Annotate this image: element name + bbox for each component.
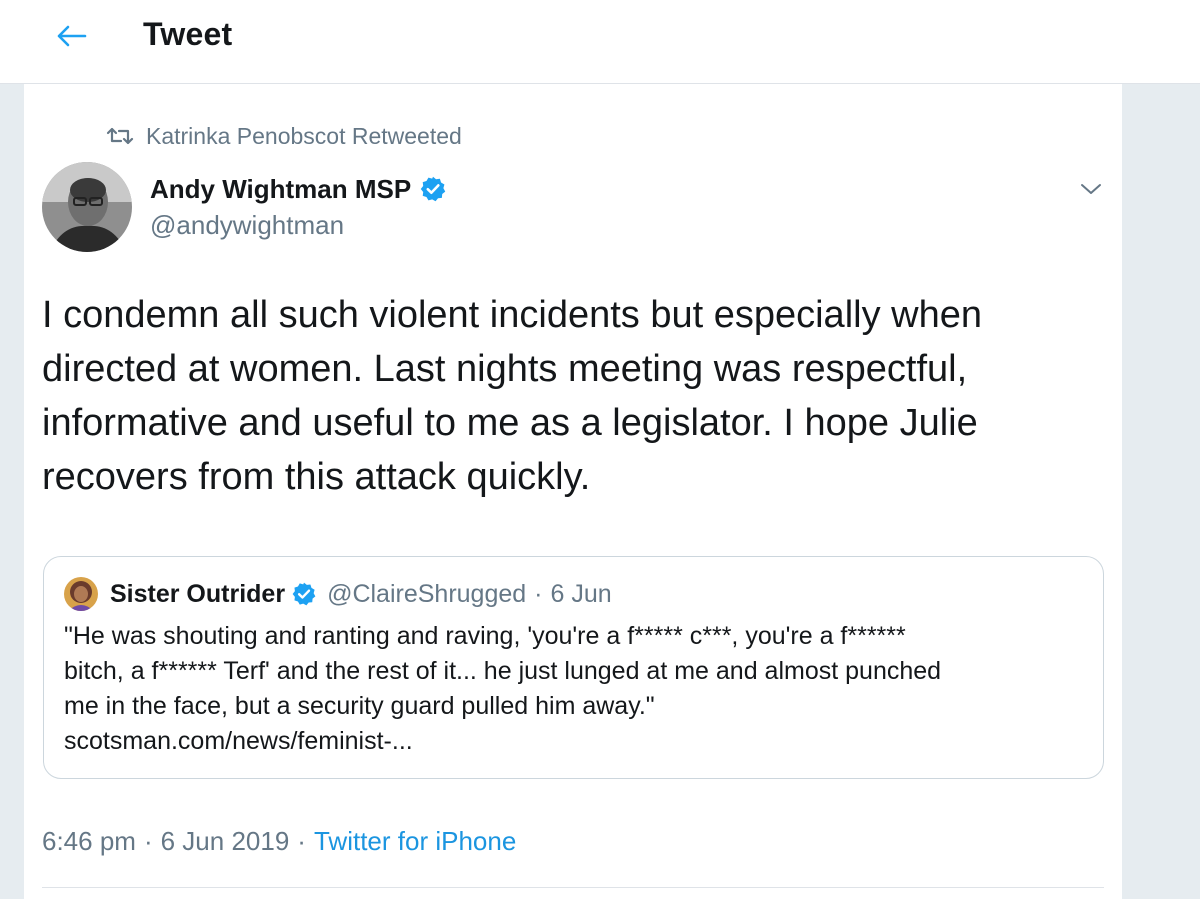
- tweet-text-line: informative and useful to me as a legisl…: [42, 402, 978, 444]
- tweet-source-link[interactable]: Twitter for iPhone: [314, 826, 516, 857]
- tweet-card: Katrinka Penobscot Retweeted Andy Wightm…: [24, 84, 1122, 899]
- left-gutter: [0, 84, 24, 899]
- arrow-left-icon: [57, 25, 87, 47]
- quoted-tweet-date: 6 Jun: [550, 579, 612, 608]
- page-title: Tweet: [143, 16, 233, 52]
- separator-dot: ·: [297, 826, 306, 856]
- retweet-icon: [106, 127, 134, 145]
- author-handle[interactable]: @andywightman: [150, 210, 344, 241]
- avatar-image: [42, 162, 132, 252]
- chevron-down-icon: [1081, 184, 1101, 194]
- tweet-text-line: I condemn all such violent incidents but…: [42, 294, 982, 336]
- quoted-author-avatar: [64, 577, 98, 611]
- quoted-author-handle: @ClaireShrugged: [327, 579, 527, 608]
- retweet-label: Katrinka Penobscot Retweeted: [146, 122, 462, 149]
- author-name: Andy Wightman MSP: [150, 173, 412, 204]
- verified-badge-icon: [292, 582, 316, 606]
- right-gutter: [1122, 84, 1200, 899]
- author-avatar[interactable]: [42, 162, 132, 252]
- quoted-tweet[interactable]: Sister Outrider @ClaireShrugged · 6 Jun …: [43, 556, 1104, 779]
- quoted-author-name: Sister Outrider: [110, 579, 286, 608]
- tweet-options-button[interactable]: [1074, 172, 1108, 206]
- separator-dot: ·: [534, 579, 543, 608]
- divider: [42, 887, 1104, 888]
- tweet-metadata: 6:46 pm · 6 Jun 2019 · Twitter for iPhon…: [42, 826, 516, 857]
- tweet-text-line: directed at women. Last nights meeting w…: [42, 348, 968, 390]
- author-name-row[interactable]: Andy Wightman MSP: [150, 172, 447, 206]
- retweet-context[interactable]: Katrinka Penobscot Retweeted: [106, 122, 462, 150]
- tweet-date[interactable]: 6 Jun 2019: [161, 826, 290, 857]
- tweet-text-line: recovers from this attack quickly.: [42, 456, 591, 498]
- quoted-text-line: bitch, a f****** Terf' and the rest of i…: [64, 657, 942, 685]
- top-bar: Tweet: [0, 0, 1200, 84]
- back-button[interactable]: [48, 18, 94, 54]
- quoted-tweet-text: "He was shouting and ranting and raving,…: [64, 619, 1084, 759]
- quoted-text-line: me in the face, but a security guard pul…: [64, 692, 655, 720]
- quoted-avatar-image: [64, 577, 98, 611]
- verified-badge-icon: [420, 176, 446, 202]
- quoted-link: scotsman.com/news/feminist-...: [64, 727, 413, 755]
- quoted-text-line: "He was shouting and ranting and raving,…: [64, 622, 906, 650]
- separator-dot: ·: [143, 826, 153, 856]
- tweet-time[interactable]: 6:46 pm: [42, 826, 136, 857]
- tweet-text: I condemn all such violent incidents but…: [42, 288, 1082, 504]
- quoted-tweet-header: Sister Outrider @ClaireShrugged · 6 Jun: [64, 577, 612, 611]
